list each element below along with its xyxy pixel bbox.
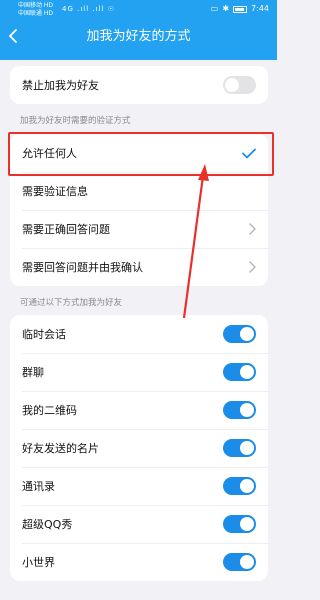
group-chat-toggle[interactable] [223,363,256,381]
method-contact-card: 好友发送的名片 [10,429,268,467]
method-qr-code: 我的二维码 [10,391,268,429]
option-label: 需要正确回答问题 [22,223,110,236]
method-label: 好友发送的名片 [22,442,99,455]
page-title: 加我为好友的方式 [86,29,191,44]
status-bar: 中国移动 HD 中国联通 HD 4G .ıll .ıll ☉ ▭ ✱ 7:44 [0,0,277,20]
methods-card: 临时会话 群聊 我的二维码 好友发送的名片 通讯录 超级QQ秀 小世界 [10,315,268,581]
contact-card-toggle[interactable] [223,439,256,457]
status-right: ▭ ✱ 7:44 [211,3,269,15]
super-qq-show-toggle[interactable] [223,515,256,533]
method-label: 我的二维码 [22,404,77,417]
block-all-label: 禁止加我为好友 [22,79,99,92]
option-label: 允许任何人 [22,147,77,160]
method-super-qq-show: 超级QQ秀 [10,505,268,543]
option-answer-and-confirm[interactable]: 需要回答问题并由我确认 [10,248,268,286]
block-card: 禁止加我为好友 [10,66,268,104]
methods-section-label: 可通过以下方式加我为好友 [20,298,123,308]
block-all-row: 禁止加我为好友 [10,66,268,104]
app-header: 中国移动 HD 中国联通 HD 4G .ıll .ıll ☉ ▭ ✱ 7:44 … [0,0,277,60]
carrier-primary: 中国移动 HD [18,2,54,9]
checkmark-icon [242,148,256,158]
temp-chat-toggle[interactable] [223,325,256,343]
verification-card: 允许任何人 需要验证信息 需要正确回答问题 需要回答问题并由我确认 [10,134,268,286]
status-time: 7:44 [251,4,269,13]
method-label: 群聊 [22,366,44,379]
method-label: 超级QQ秀 [22,518,73,531]
method-small-world: 小世界 [10,543,268,581]
signal-wifi-icon: 4G .ıll .ıll ☉ [62,5,115,13]
option-label: 需要验证信息 [22,185,88,198]
address-book-toggle[interactable] [223,477,256,495]
method-address-book: 通讯录 [10,467,268,505]
notification-icon: ▭ [210,4,219,13]
verification-section-label: 加我为好友时需要的验证方式 [20,116,131,126]
method-temp-chat: 临时会话 [10,315,268,353]
bluetooth-icon: ✱ [222,4,230,13]
option-answer-question[interactable]: 需要正确回答问题 [10,210,268,248]
method-group-chat: 群聊 [10,353,268,391]
qr-code-toggle[interactable] [223,401,256,419]
chevron-right-icon [249,261,256,273]
method-label: 临时会话 [22,328,66,341]
option-require-message[interactable]: 需要验证信息 [10,172,268,210]
option-allow-anyone[interactable]: 允许任何人 [10,134,268,172]
block-all-toggle[interactable] [223,76,256,94]
method-label: 通讯录 [22,480,55,493]
option-label: 需要回答问题并由我确认 [22,261,143,274]
small-world-toggle[interactable] [223,553,256,571]
carrier-secondary: 中国联通 HD [18,10,54,17]
battery-icon [233,5,248,13]
chevron-right-icon [249,223,256,235]
method-label: 小世界 [22,556,55,569]
